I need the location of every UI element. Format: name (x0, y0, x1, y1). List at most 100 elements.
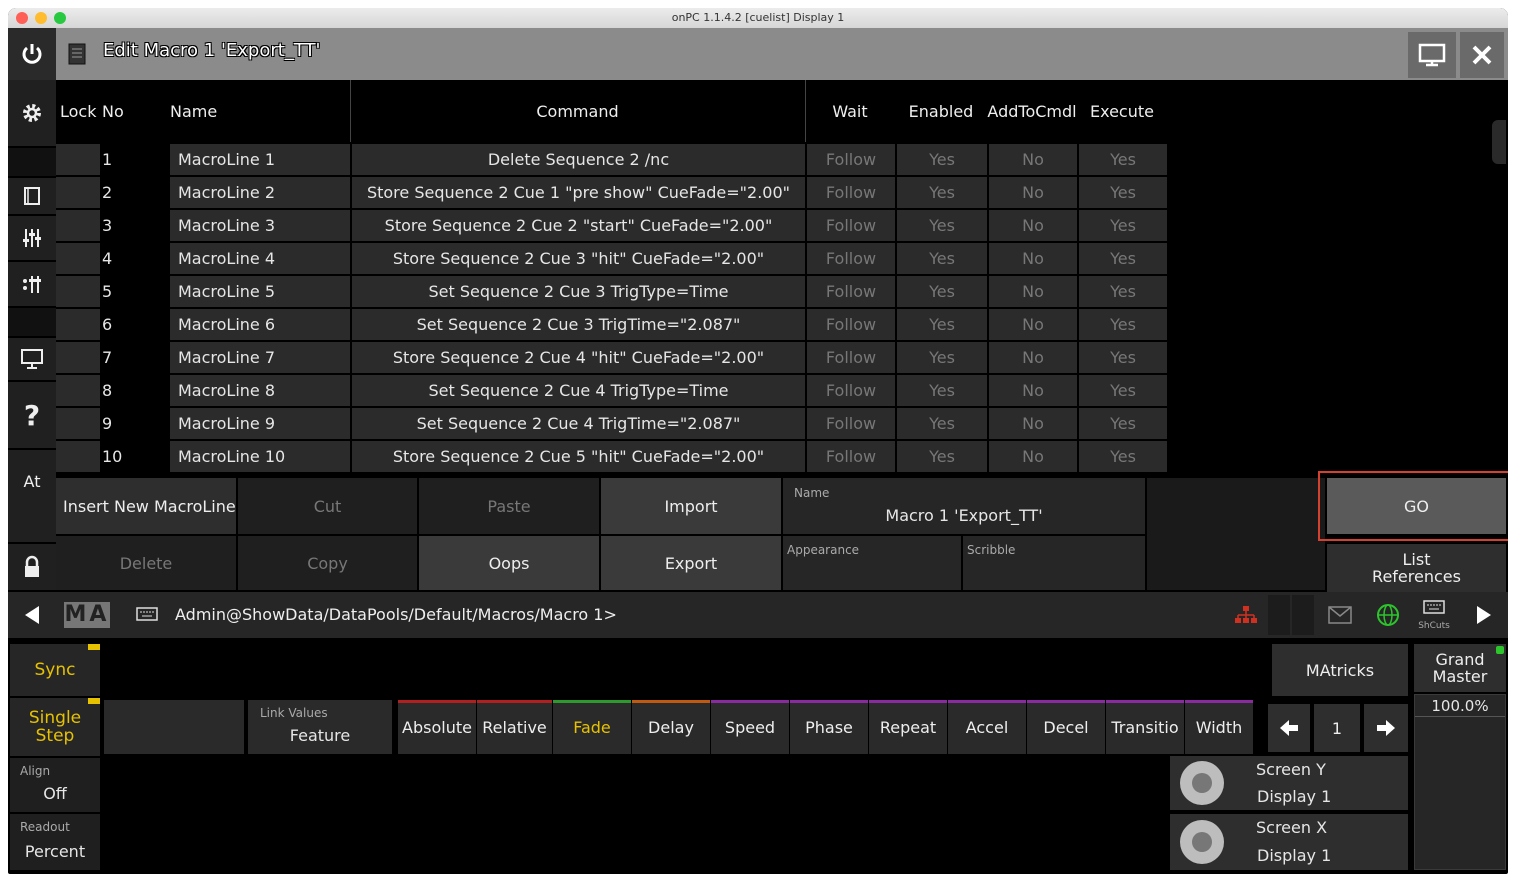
wait-cell[interactable]: Follow (807, 276, 895, 307)
no-cell[interactable]: 3 (102, 210, 168, 241)
close-button[interactable] (1460, 32, 1504, 78)
addtocmdl-cell[interactable]: No (989, 342, 1077, 373)
command-cell[interactable]: Store Sequence 2 Cue 4 "hit" CueFade="2.… (352, 342, 805, 373)
addtocmdl-cell[interactable]: No (989, 375, 1077, 406)
keyboard-icon[interactable] (136, 606, 158, 625)
messages-button[interactable] (1320, 595, 1360, 635)
table-row[interactable]: 2 MacroLine 2 Store Sequence 2 Cue 1 "pre … (56, 177, 1168, 208)
command-cell[interactable]: Set Sequence 2 Cue 3 TrigTime="2.087" (352, 309, 805, 340)
preset-phase-button[interactable]: Phase (790, 700, 868, 754)
lock-cell[interactable] (56, 210, 100, 241)
name-cell[interactable]: MacroLine 10 (170, 441, 350, 472)
name-cell[interactable]: MacroLine 5 (170, 276, 350, 307)
enabled-cell[interactable]: Yes (897, 276, 987, 307)
wait-cell[interactable]: Follow (807, 177, 895, 208)
zoom-traffic-light[interactable] (54, 12, 66, 24)
no-cell[interactable]: 1 (102, 144, 168, 175)
no-cell[interactable]: 6 (102, 309, 168, 340)
table-row[interactable]: 3 MacroLine 3 Store Sequence 2 Cue 2 "star… (56, 210, 1168, 241)
command-cell[interactable]: Set Sequence 2 Cue 3 TrigType=Time (352, 276, 805, 307)
display-button[interactable] (1408, 32, 1456, 78)
execute-cell[interactable]: Yes (1079, 177, 1167, 208)
addtocmdl-cell[interactable]: No (989, 210, 1077, 241)
table-row[interactable]: 9 MacroLine 9 Set Sequence 2 Cue 4 TrigTim… (56, 408, 1168, 439)
enabled-cell[interactable]: Yes (897, 210, 987, 241)
column-header-lock[interactable]: Lock (60, 80, 96, 142)
execute-cell[interactable]: Yes (1079, 375, 1167, 406)
addtocmdl-cell[interactable]: No (989, 441, 1077, 472)
name-cell[interactable]: MacroLine 4 (170, 243, 350, 274)
wait-cell[interactable]: Follow (807, 375, 895, 406)
copy-button[interactable]: Copy (238, 536, 417, 590)
table-row[interactable]: 6 MacroLine 6 Set Sequence 2 Cue 3 TrigTim… (56, 309, 1168, 340)
lock-cell[interactable] (56, 408, 100, 439)
table-row[interactable]: 4 MacroLine 4 Store Sequence 2 Cue 3 "hit"… (56, 243, 1168, 274)
lock-cell[interactable] (56, 441, 100, 472)
settings-button[interactable] (8, 80, 56, 146)
link-values-selector[interactable]: Link Values Feature (248, 700, 392, 754)
cut-button[interactable]: Cut (238, 478, 417, 534)
paste-button[interactable]: Paste (419, 478, 599, 534)
execute-cell[interactable]: Yes (1079, 276, 1167, 307)
go-button[interactable]: GO (1327, 478, 1506, 534)
name-cell[interactable]: MacroLine 1 (170, 144, 350, 175)
scroll-handle[interactable] (1492, 120, 1506, 164)
command-cell[interactable]: Delete Sequence 2 /nc (352, 144, 805, 175)
lock-cell[interactable] (56, 276, 100, 307)
preset-repeat-button[interactable]: Repeat (869, 700, 947, 754)
preset-width-button[interactable]: Width (1185, 700, 1253, 754)
delete-button[interactable]: Delete (56, 536, 236, 590)
preset-absolute-button[interactable]: Absolute (398, 700, 476, 754)
lock-cell[interactable] (56, 375, 100, 406)
execute-cell[interactable]: Yes (1079, 144, 1167, 175)
column-header-addtocmdl[interactable]: AddToCmdl (987, 80, 1077, 142)
preset-speed-button[interactable]: Speed (711, 700, 789, 754)
command-cell[interactable]: Set Sequence 2 Cue 4 TrigTime="2.087" (352, 408, 805, 439)
no-cell[interactable]: 2 (102, 177, 168, 208)
lock-cell[interactable] (56, 144, 100, 175)
globe-button[interactable] (1368, 595, 1408, 635)
single-step-button[interactable]: Single Step (10, 698, 100, 756)
lock-cell[interactable] (56, 243, 100, 274)
execute-cell[interactable]: Yes (1079, 342, 1167, 373)
enabled-cell[interactable]: Yes (897, 309, 987, 340)
matricks-button[interactable]: MAtricks (1272, 644, 1408, 696)
lock-cell[interactable] (56, 342, 100, 373)
next-arrow-button[interactable] (1464, 595, 1504, 635)
execute-cell[interactable]: Yes (1079, 408, 1167, 439)
execute-cell[interactable]: Yes (1079, 243, 1167, 274)
faders-button[interactable] (8, 216, 56, 260)
enabled-cell[interactable]: Yes (897, 441, 987, 472)
no-cell[interactable]: 10 (102, 441, 168, 472)
table-row[interactable]: 10 MacroLine 10 Store Sequence 2 Cue 5 "hi… (56, 441, 1168, 472)
screen-x-encoder[interactable]: Screen X Display 1 (1170, 814, 1408, 870)
grand-master-fader[interactable]: 100.0% (1414, 694, 1506, 870)
addtocmdl-cell[interactable]: No (989, 144, 1077, 175)
preset-transitio-button[interactable]: Transitio (1106, 700, 1184, 754)
no-cell[interactable]: 4 (102, 243, 168, 274)
page-number[interactable]: 1 (1314, 704, 1360, 752)
table-row[interactable]: 5 MacroLine 5 Set Sequence 2 Cue 3 TrigTyp… (56, 276, 1168, 307)
command-cell[interactable]: Set Sequence 2 Cue 4 TrigType=Time (352, 375, 805, 406)
wait-cell[interactable]: Follow (807, 210, 895, 241)
column-header-enabled[interactable]: Enabled (895, 80, 987, 142)
screen-y-encoder[interactable]: Screen Y Display 1 (1170, 756, 1408, 810)
sheet-view-button[interactable] (8, 178, 56, 214)
lock-cell[interactable] (56, 177, 100, 208)
enabled-cell[interactable]: Yes (897, 243, 987, 274)
minimize-traffic-light[interactable] (35, 12, 47, 24)
executor-button[interactable] (8, 262, 56, 306)
no-cell[interactable]: 8 (102, 375, 168, 406)
table-row[interactable]: 7 MacroLine 7 Store Sequence 2 Cue 4 "hit"… (56, 342, 1168, 373)
oops-button[interactable]: Oops (419, 536, 599, 590)
enabled-cell[interactable]: Yes (897, 408, 987, 439)
addtocmdl-cell[interactable]: No (989, 408, 1077, 439)
execute-cell[interactable]: Yes (1079, 441, 1167, 472)
network-button[interactable] (1226, 595, 1266, 635)
addtocmdl-cell[interactable]: No (989, 276, 1077, 307)
page-next-button[interactable] (1364, 704, 1408, 752)
addtocmdl-cell[interactable]: No (989, 177, 1077, 208)
list-references-button[interactable]: List References (1327, 544, 1506, 592)
lock-button[interactable] (8, 544, 56, 590)
column-header-wait[interactable]: Wait (805, 80, 895, 142)
